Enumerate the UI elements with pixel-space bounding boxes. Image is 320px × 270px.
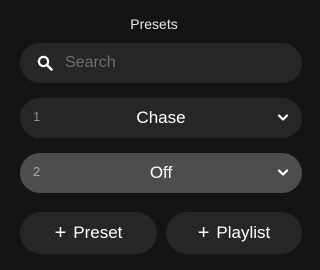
add-preset-button[interactable]: + Preset [20, 212, 157, 254]
preset-row-off[interactable]: 2 Off [20, 153, 302, 193]
add-playlist-button[interactable]: + Playlist [166, 212, 302, 254]
search-input[interactable] [63, 53, 288, 73]
search-icon [37, 55, 53, 71]
plus-icon: + [197, 222, 210, 244]
presets-panel: Presets 1 Chase 2 Off + Preset [0, 0, 308, 270]
plus-icon: + [54, 222, 67, 244]
preset-name: Off [149, 163, 173, 182]
add-preset-label: Preset [73, 223, 123, 242]
search-bar[interactable] [20, 43, 302, 83]
chevron-down-icon[interactable] [277, 113, 289, 123]
add-playlist-label: Playlist [216, 223, 271, 242]
chevron-down-icon[interactable] [277, 168, 289, 178]
preset-name: Chase [136, 108, 186, 127]
panel-title: Presets [130, 16, 178, 32]
preset-row-chase[interactable]: 1 Chase [20, 98, 302, 138]
